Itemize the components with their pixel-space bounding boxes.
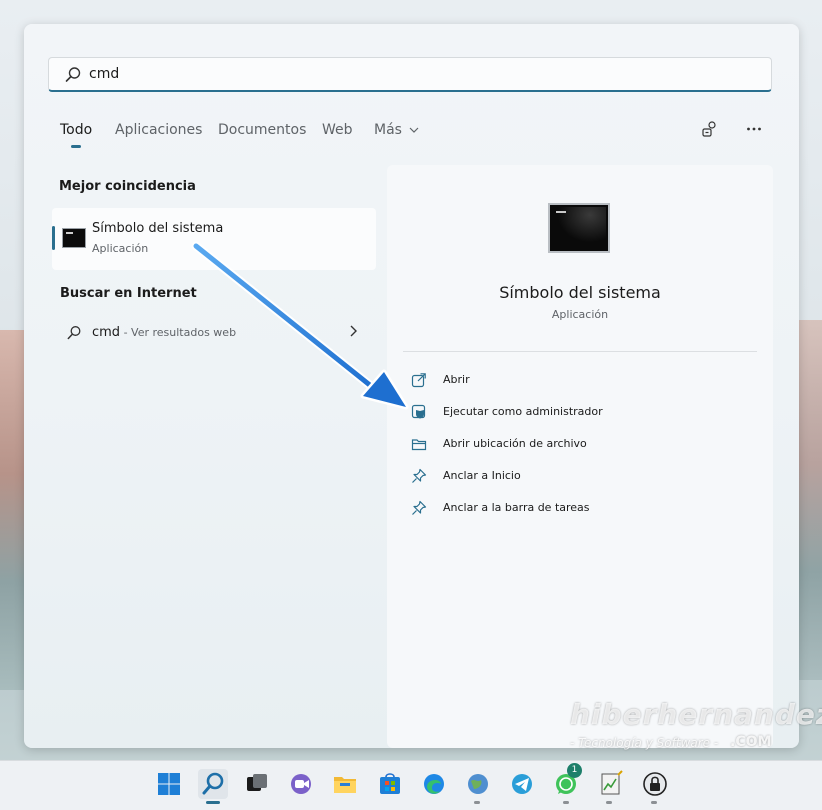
- search-icon: [65, 67, 81, 82]
- web-search-result[interactable]: cmd - Ver resultados web: [52, 314, 376, 354]
- network-globe-icon[interactable]: [463, 769, 493, 799]
- search-taskbar-button[interactable]: [198, 769, 228, 799]
- best-match-heading: Mejor coincidencia: [59, 179, 196, 194]
- action-pin-start[interactable]: Anclar a Inicio: [411, 466, 741, 488]
- teams-chat-icon[interactable]: [286, 769, 316, 799]
- running-indicator: [474, 801, 480, 804]
- selection-indicator: [52, 226, 55, 250]
- best-match-title: Símbolo del sistema: [92, 221, 224, 236]
- chevron-right-icon[interactable]: [348, 324, 358, 338]
- tab-mas[interactable]: Más: [374, 122, 419, 138]
- search-panel: cmd Todo Aplicaciones Documentos Web Más…: [24, 24, 799, 748]
- active-tab-indicator: [71, 145, 81, 148]
- telegram-icon[interactable]: [507, 769, 537, 799]
- action-label: Ejecutar como administrador: [443, 405, 603, 418]
- lock-app-icon[interactable]: [640, 769, 670, 799]
- store-icon[interactable]: [375, 769, 405, 799]
- detail-title: Símbolo del sistema: [499, 283, 661, 302]
- share-accounts-icon[interactable]: [701, 120, 719, 138]
- best-match-result[interactable]: Símbolo del sistema Aplicación: [52, 208, 376, 270]
- open-external-icon: [411, 373, 426, 388]
- taskbar: 1: [0, 760, 822, 810]
- watermark-sub: - Tecnología y Software -: [570, 736, 719, 750]
- notepad-chart-icon[interactable]: [596, 769, 626, 799]
- chevron-down-icon: [409, 127, 419, 133]
- running-indicator: [563, 801, 569, 804]
- start-icon[interactable]: [154, 769, 184, 799]
- tab-mas-label: Más: [374, 122, 402, 138]
- tab-aplicaciones[interactable]: Aplicaciones: [115, 122, 202, 138]
- internet-heading: Buscar en Internet: [60, 286, 197, 301]
- action-pin-taskbar[interactable]: Anclar a la barra de tareas: [411, 498, 741, 520]
- action-label: Abrir ubicación de archivo: [443, 437, 587, 450]
- web-query-sub: - Ver resultados web: [120, 326, 237, 339]
- action-open-location[interactable]: Abrir ubicación de archivo: [411, 434, 741, 456]
- action-run-as-admin[interactable]: Ejecutar como administrador: [411, 402, 741, 424]
- shield-admin-icon: [411, 404, 426, 419]
- web-query: cmd - Ver resultados web: [92, 325, 236, 340]
- search-icon: [202, 772, 224, 795]
- divider: [403, 351, 757, 352]
- tab-todo[interactable]: Todo: [60, 122, 92, 138]
- detail-subtitle: Aplicación: [551, 308, 609, 321]
- action-abrir[interactable]: Abrir: [411, 370, 741, 392]
- command-prompt-icon: [548, 203, 610, 253]
- watermark-com: .COM: [730, 734, 772, 750]
- icon-screen: [552, 207, 606, 247]
- whatsapp-taskbar-button[interactable]: 1: [551, 763, 582, 799]
- command-prompt-icon: [62, 228, 86, 248]
- notification-badge: 1: [567, 763, 582, 778]
- folder-icon: [411, 439, 427, 451]
- watermark-main: hiberhernandez: [570, 698, 822, 731]
- watermark: hiberhernandez - Tecnología y Software -…: [570, 698, 822, 768]
- task-view-icon[interactable]: [242, 769, 272, 799]
- search-input[interactable]: cmd: [48, 57, 772, 92]
- best-match-subtitle: Aplicación: [92, 242, 149, 255]
- action-label: Anclar a Inicio: [443, 469, 521, 482]
- file-explorer-icon[interactable]: [330, 769, 360, 799]
- more-options-icon[interactable]: [745, 120, 763, 138]
- tab-web[interactable]: Web: [322, 122, 353, 138]
- running-indicator: [606, 801, 612, 804]
- icon-prompt-line: [556, 211, 566, 213]
- pin-icon: [412, 500, 427, 515]
- search-query-text: cmd: [89, 66, 120, 82]
- tab-documentos[interactable]: Documentos: [218, 122, 306, 138]
- search-icon: [67, 326, 81, 340]
- pin-icon: [412, 468, 427, 483]
- action-label: Abrir: [443, 373, 470, 386]
- edge-icon[interactable]: [419, 769, 449, 799]
- running-indicator: [651, 801, 657, 804]
- web-query-text: cmd: [92, 325, 121, 340]
- action-label: Anclar a la barra de tareas: [443, 501, 590, 514]
- active-app-indicator: [206, 801, 220, 804]
- detail-pane: Símbolo del sistema Aplicación Abrir Eje…: [387, 165, 773, 748]
